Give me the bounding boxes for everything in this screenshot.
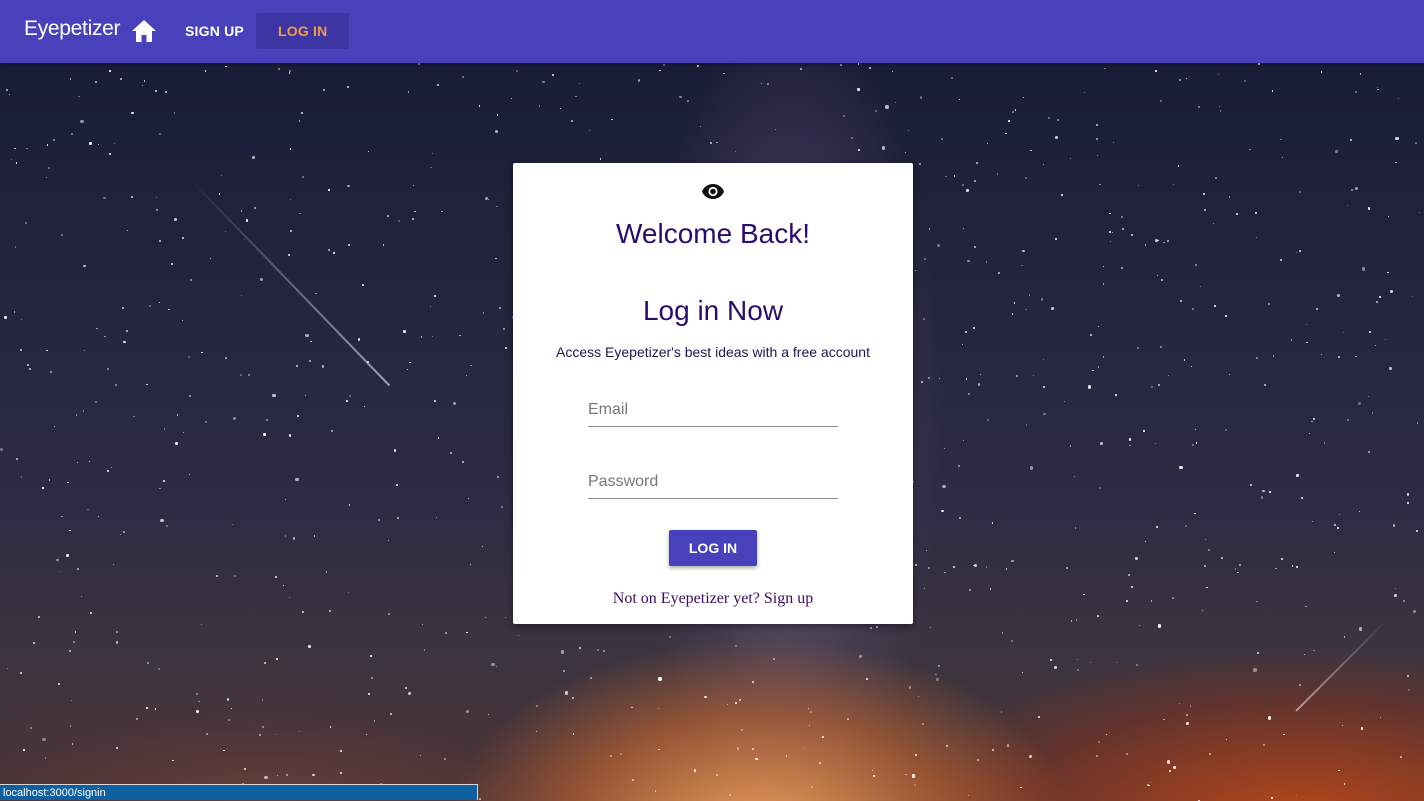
password-field-container xyxy=(588,468,838,499)
signup-prompt-text: Not on Eyepetizer yet? xyxy=(612,590,760,607)
login-subtitle: Access Eyepetizer's best ideas with a fr… xyxy=(556,344,870,360)
email-field-container xyxy=(588,396,838,427)
login-card: Welcome Back! Log in Now Access Eyepetiz… xyxy=(513,163,913,624)
browser-status-url: localhost:3000/signin xyxy=(0,784,478,800)
eye-icon xyxy=(701,183,725,200)
signup-link[interactable]: Sign up xyxy=(764,590,813,607)
signup-prompt: Not on Eyepetizer yet? Sign up xyxy=(513,590,913,608)
welcome-heading: Welcome Back! xyxy=(616,218,810,249)
app-bar: Eyepetizer SIGN UP LOG IN xyxy=(0,0,1424,63)
home-icon[interactable] xyxy=(130,18,158,44)
nav-login-button[interactable]: LOG IN xyxy=(256,13,350,49)
email-input[interactable] xyxy=(588,396,838,424)
nav-signup-button[interactable]: SIGN UP xyxy=(163,13,266,49)
login-submit-button[interactable]: LOG IN xyxy=(669,530,757,566)
password-input[interactable] xyxy=(588,468,838,496)
login-title: Log in Now xyxy=(642,295,784,326)
brand-title[interactable]: Eyepetizer xyxy=(24,17,121,41)
